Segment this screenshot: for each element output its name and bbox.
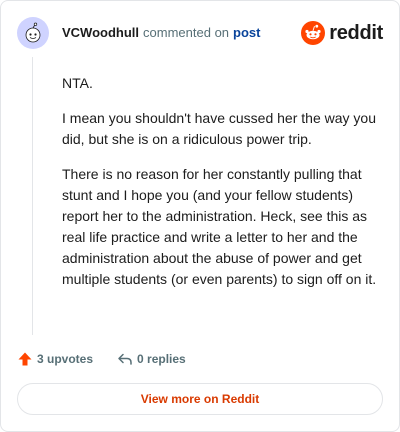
user-avatar[interactable] bbox=[17, 17, 49, 49]
comment-paragraph: I mean you shouldn't have cussed her the… bbox=[62, 110, 376, 147]
comment-actions: 3 upvotes 0 replies bbox=[17, 349, 186, 369]
upvote-button[interactable]: 3 upvotes bbox=[17, 351, 93, 367]
embedded-comment-card: VCWoodhull commented on post reddit NTA.… bbox=[0, 0, 400, 432]
reddit-wordmark: reddit bbox=[329, 22, 383, 44]
reply-button[interactable]: 0 replies bbox=[117, 351, 186, 367]
reddit-logo[interactable]: reddit bbox=[301, 21, 383, 45]
upvote-count: 3 upvotes bbox=[37, 352, 94, 366]
reply-count: 0 replies bbox=[137, 352, 186, 366]
post-link[interactable]: post bbox=[233, 25, 260, 41]
comment-paragraph: There is no reason for her constantly pu… bbox=[62, 166, 377, 287]
comment-header: VCWoodhull commented on post reddit bbox=[17, 17, 383, 49]
byline: VCWoodhull commented on post bbox=[62, 25, 260, 41]
comment-body: NTA. I mean you shouldn't have cussed he… bbox=[62, 73, 378, 304]
upvote-arrow-icon bbox=[18, 352, 32, 366]
commented-on-text: commented on bbox=[143, 25, 230, 40]
reddit-snoo-icon bbox=[301, 21, 326, 45]
snoo-avatar-icon bbox=[25, 22, 41, 43]
thread-line bbox=[32, 57, 33, 335]
comment-paragraph: NTA. bbox=[62, 75, 93, 91]
reply-arrow-icon bbox=[118, 353, 132, 365]
username-link[interactable]: VCWoodhull bbox=[62, 25, 139, 41]
view-more-button[interactable]: View more on Reddit bbox=[17, 383, 383, 415]
